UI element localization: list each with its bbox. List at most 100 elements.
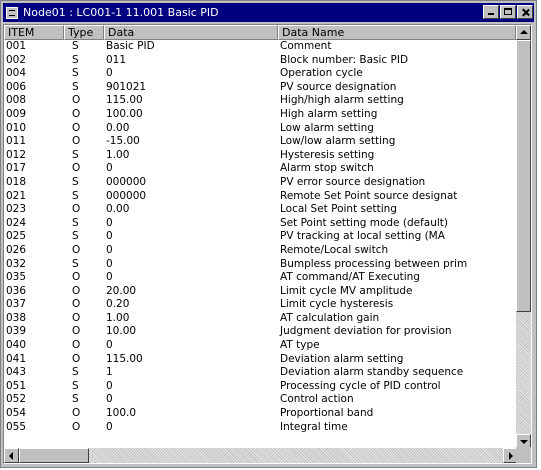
cell-data: 000000 xyxy=(106,189,147,202)
cell-data-name: Block number: Basic PID xyxy=(280,53,409,66)
cell-data-name: Processing cycle of PID control xyxy=(280,379,441,392)
cell-data: 100.00 xyxy=(106,107,143,120)
cell-data: Basic PID xyxy=(106,40,155,52)
table-row[interactable]: 004 S 0 Operation cycle xyxy=(4,67,516,81)
table-row[interactable]: 039 O 10.00 Judgment deviation for provisio… xyxy=(4,325,516,339)
cell-data: 0 xyxy=(106,67,113,80)
table-row[interactable]: 037 O 0.20 Limit cycle hysteresis xyxy=(4,298,516,312)
cell-data-name: Control action xyxy=(280,393,354,406)
vertical-scroll-thumb[interactable] xyxy=(516,40,531,312)
column-header-type[interactable]: Type xyxy=(64,25,104,40)
cell-type: O xyxy=(72,325,81,338)
cell-data-name: Local Set Point setting xyxy=(280,203,397,216)
cell-data-name: PV source designation xyxy=(280,80,397,93)
cell-item: 026 xyxy=(6,243,27,256)
cell-data: 0 xyxy=(106,420,113,433)
cell-data: -15.00 xyxy=(106,135,140,148)
cell-type: S xyxy=(72,53,79,66)
cell-item: 001 xyxy=(6,40,27,52)
cell-data-name: Proportional band xyxy=(280,407,374,420)
table-row[interactable]: 001 S Basic PID Comment xyxy=(4,40,516,54)
horizontal-scrollbar[interactable] xyxy=(4,448,518,463)
cell-data-name: PV error source designation xyxy=(280,175,426,188)
cell-data-name: Hysteresis setting xyxy=(280,148,375,161)
table-row[interactable]: 051 S 0 Processing cycle of PID control xyxy=(4,380,516,394)
title-bar[interactable]: Node01 : LC001-1 11.001 Basic PID xyxy=(3,3,534,22)
cell-item: 051 xyxy=(6,379,27,392)
grid-window-icon[interactable] xyxy=(6,6,18,19)
table-row[interactable]: 002 S 011 Block number: Basic PID xyxy=(4,54,516,68)
close-button[interactable] xyxy=(517,5,533,19)
cell-data: 0 xyxy=(106,379,113,392)
cell-type: S xyxy=(72,393,79,406)
horizontal-scroll-track[interactable] xyxy=(19,448,503,463)
table-row[interactable]: 035 O 0 AT command/AT Executing xyxy=(4,271,516,285)
window-title: Node01 : LC001-1 11.001 Basic PID xyxy=(23,6,219,19)
cell-data-name: PV tracking at local setting (MA xyxy=(280,230,445,243)
horizontal-scroll-thumb[interactable] xyxy=(19,448,89,463)
cell-data-name: Remote Set Point source designat xyxy=(280,189,458,202)
column-header-data-name[interactable]: Data Name xyxy=(278,25,516,40)
cell-item: 041 xyxy=(6,352,27,365)
cell-data-name: Alarm stop switch xyxy=(280,162,374,175)
cell-data: 0.20 xyxy=(106,298,130,311)
cell-data: 901021 xyxy=(106,80,147,93)
cell-item: 035 xyxy=(6,271,27,284)
cell-type: O xyxy=(72,107,81,120)
table-row[interactable]: 036 O 20.00 Limit cycle MV amplitude xyxy=(4,285,516,299)
cell-data: 20.00 xyxy=(106,284,137,297)
cell-data-name: Set Point setting mode (default) xyxy=(280,216,448,229)
table-row[interactable]: 017 O 0 Alarm stop switch xyxy=(4,162,516,176)
table-row[interactable]: 021 S 000000 Remote Set Point source design… xyxy=(4,190,516,204)
cell-data: 000000 xyxy=(106,175,147,188)
table-row[interactable]: 054 O 100.0 Proportional band xyxy=(4,407,516,421)
table-row[interactable]: 052 S 0 Control action xyxy=(4,393,516,407)
table-row[interactable]: 032 S 0 Bumpless processing between prim xyxy=(4,258,516,272)
table-row[interactable]: 025 S 0 PV tracking at local setting (MA xyxy=(4,230,516,244)
cell-data-name: Judgment deviation for provision xyxy=(280,325,452,338)
cell-type: O xyxy=(72,352,81,365)
arrow-up-icon xyxy=(520,30,528,34)
cell-data-name: AT calculation gain xyxy=(280,311,380,324)
cell-item: 006 xyxy=(6,80,27,93)
table-row[interactable]: 038 O 1.00 AT calculation gain xyxy=(4,312,516,326)
table-row[interactable]: 024 S 0 Set Point setting mode (default) xyxy=(4,217,516,231)
table-row[interactable]: 026 O 0 Remote/Local switch xyxy=(4,244,516,258)
cell-data-name: Integral time xyxy=(280,420,348,433)
table-row[interactable]: 012 S 1.00 Hysteresis setting xyxy=(4,149,516,163)
cell-type: S xyxy=(72,379,79,392)
column-header-item[interactable]: ITEM xyxy=(4,25,64,40)
table-row[interactable]: 023 O 0.00 Local Set Point setting xyxy=(4,203,516,217)
table-row[interactable]: 041 O 115.00 Deviation alarm setting xyxy=(4,353,516,367)
table-row[interactable]: 040 O 0 AT type xyxy=(4,339,516,353)
cell-type: O xyxy=(72,203,81,216)
table-row[interactable]: 008 O 115.00 High/high alarm setting xyxy=(4,94,516,108)
scroll-left-button[interactable] xyxy=(4,448,19,463)
cell-type: O xyxy=(72,162,81,175)
cell-data: 115.00 xyxy=(106,352,143,365)
cell-type: S xyxy=(72,366,79,379)
table-row[interactable]: 055 O 0 Integral time xyxy=(4,421,516,435)
arrow-left-icon xyxy=(9,452,13,460)
cell-item: 017 xyxy=(6,162,27,175)
cell-item: 055 xyxy=(6,420,27,433)
cell-data: 0 xyxy=(106,243,113,256)
cell-item: 010 xyxy=(6,121,27,134)
cell-data-name: High/high alarm setting xyxy=(280,94,404,107)
table-row[interactable]: 011 O -15.00 Low/low alarm setting xyxy=(4,135,516,149)
scroll-up-button[interactable] xyxy=(516,25,531,40)
table-row[interactable]: 009 O 100.00 High alarm setting xyxy=(4,108,516,122)
table-row[interactable]: 006 S 901021 PV source designation xyxy=(4,81,516,95)
cell-item: 002 xyxy=(6,53,27,66)
cell-item: 004 xyxy=(6,67,27,80)
column-header-data[interactable]: Data xyxy=(104,25,278,40)
maximize-button[interactable] xyxy=(500,5,516,19)
vertical-scrollbar[interactable] xyxy=(516,25,531,449)
minimize-button[interactable] xyxy=(483,5,499,19)
table-row[interactable]: 010 O 0.00 Low alarm setting xyxy=(4,122,516,136)
cell-type: S xyxy=(72,40,79,52)
cell-type: S xyxy=(72,80,79,93)
table-row[interactable]: 018 S 000000 PV error source designation xyxy=(4,176,516,190)
table-row[interactable]: 043 S 1 Deviation alarm standby sequence xyxy=(4,366,516,380)
cell-item: 043 xyxy=(6,366,27,379)
